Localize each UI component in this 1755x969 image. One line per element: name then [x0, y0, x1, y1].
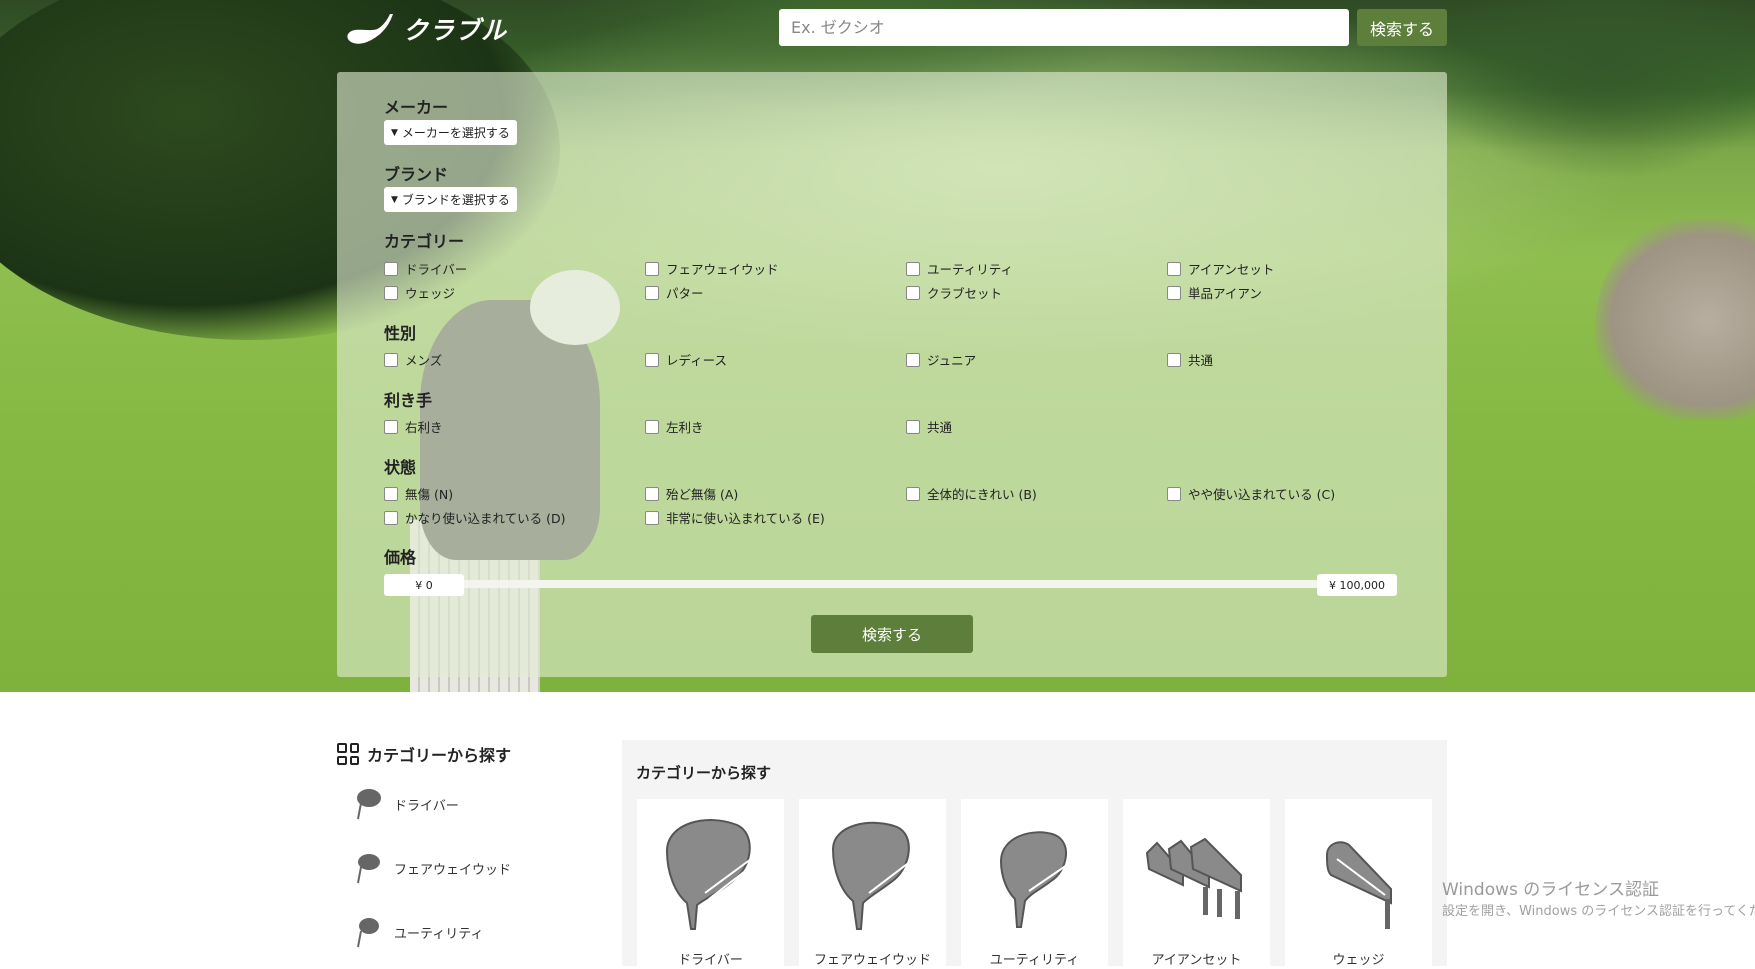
golf-club-logo-icon: [347, 14, 393, 44]
fairway-wood-icon: [357, 854, 380, 884]
price-min-handle[interactable]: ¥ 0: [384, 574, 464, 596]
checkbox-condition-e[interactable]: 非常に使い込まれている (E): [645, 508, 825, 527]
category-title: カテゴリー: [384, 232, 465, 251]
price-max-handle[interactable]: ¥ 100,000: [1317, 574, 1397, 596]
driver-icon: [665, 819, 754, 930]
header-search-button[interactable]: 検索する: [1357, 9, 1447, 46]
checkbox-hand-left[interactable]: 左利き: [645, 417, 704, 436]
sidebar-item-driver[interactable]: ドライバー: [352, 787, 459, 821]
brand-title: ブランド: [384, 165, 449, 184]
checkbox-gender-common[interactable]: 共通: [1167, 350, 1213, 369]
caret-down-icon: ▼: [391, 194, 398, 205]
checkbox-condition-a[interactable]: 殆ど無傷 (A): [645, 484, 738, 503]
utility-icon: [357, 918, 379, 948]
site-logo[interactable]: クラブル: [345, 12, 507, 46]
checkbox-condition-d[interactable]: かなり使い込まれている (D): [384, 508, 565, 527]
sidebar-title: カテゴリーから探す: [337, 742, 511, 766]
search-input[interactable]: [779, 9, 1349, 46]
category-heading: カテゴリーから探す: [636, 764, 772, 782]
logo-text: クラブル: [403, 16, 508, 45]
hand-title: 利き手: [384, 391, 433, 410]
checkbox-category-ironset[interactable]: アイアンセット: [1167, 259, 1274, 278]
checkbox-category-single-iron[interactable]: 単品アイアン: [1167, 283, 1262, 302]
price-slider-track[interactable]: [384, 580, 1396, 588]
checkbox-condition-b[interactable]: 全体的にきれい (B): [906, 484, 1037, 503]
checkbox-gender-junior[interactable]: ジュニア: [906, 350, 976, 369]
category-card-wedge[interactable]: ウェッジ: [1285, 799, 1432, 969]
hero-background: クラブル 検索する メーカー ▼ メーカーを選択する ブランド ▼ ブランドを選…: [0, 0, 1755, 692]
checkbox-gender-ladies[interactable]: レディース: [645, 350, 727, 369]
category-card-ironset[interactable]: アイアンセット: [1123, 799, 1270, 969]
caret-down-icon: ▼: [391, 127, 398, 138]
category-panel: カテゴリーから探す ドライバー フェアウェイウッド ユーティリティ アイアンセッ…: [622, 740, 1447, 969]
windows-activation-watermark: Windows のライセンス認証: [1442, 880, 1659, 900]
condition-title: 状態: [384, 458, 417, 477]
driver-icon: [357, 789, 381, 820]
checkbox-condition-n[interactable]: 無傷 (N): [384, 484, 453, 503]
utility-icon: [999, 831, 1068, 928]
brand-dropdown[interactable]: ▼ ブランドを選択する: [384, 187, 517, 212]
checkbox-category-putter[interactable]: パター: [645, 283, 704, 302]
checkbox-category-driver[interactable]: ドライバー: [384, 259, 467, 278]
iron-set-icon: [1145, 837, 1242, 919]
category-card-fairway[interactable]: フェアウェイウッド: [799, 799, 946, 969]
grid-icon: [337, 743, 359, 765]
sidebar-item-fairway[interactable]: フェアウェイウッド: [352, 851, 511, 885]
filter-panel: メーカー ▼ メーカーを選択する ブランド ▼ ブランドを選択する カテゴリー …: [337, 72, 1447, 677]
maker-dropdown-label: メーカーを選択する: [401, 126, 510, 140]
category-card-driver[interactable]: ドライバー: [637, 799, 784, 969]
checkbox-category-fairway[interactable]: フェアウェイウッド: [645, 259, 779, 278]
category-card-utility[interactable]: ユーティリティ: [961, 799, 1108, 969]
checkbox-category-wedge[interactable]: ウェッジ: [384, 283, 455, 302]
checkbox-condition-c[interactable]: やや使い込まれている (C): [1167, 484, 1335, 503]
maker-title: メーカー: [384, 98, 449, 117]
brand-dropdown-label: ブランドを選択する: [401, 193, 510, 207]
windows-activation-subtext: 設定を開き、Windows のライセンス認証を行ってくださ: [1442, 904, 1755, 919]
filter-search-button[interactable]: 検索する: [811, 615, 973, 653]
fairway-wood-icon: [831, 821, 912, 930]
checkbox-category-utility[interactable]: ユーティリティ: [906, 259, 1013, 278]
price-title: 価格: [384, 548, 417, 567]
wedge-icon: [1325, 841, 1392, 929]
maker-dropdown[interactable]: ▼ メーカーを選択する: [384, 120, 517, 145]
checkbox-hand-right[interactable]: 右利き: [384, 417, 443, 436]
gender-title: 性別: [384, 324, 417, 343]
checkbox-category-clubset[interactable]: クラブセット: [906, 283, 1002, 302]
sidebar-item-utility[interactable]: ユーティリティ: [352, 915, 483, 949]
checkbox-gender-mens[interactable]: メンズ: [384, 350, 442, 369]
checkbox-hand-common[interactable]: 共通: [906, 417, 952, 436]
